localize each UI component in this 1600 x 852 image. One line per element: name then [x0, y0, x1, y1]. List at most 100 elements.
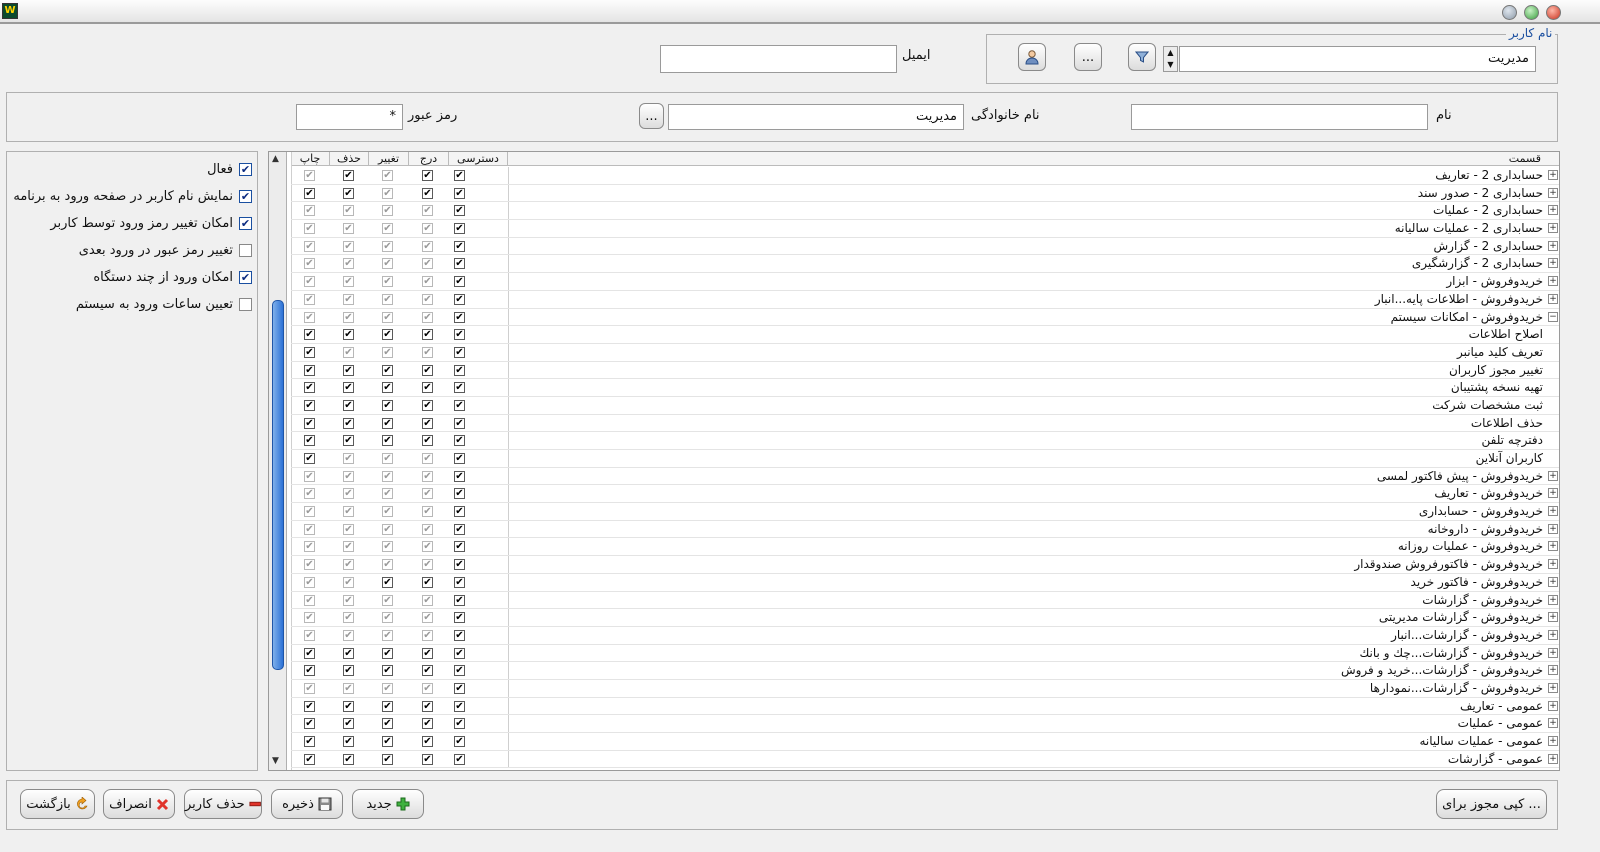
table-row[interactable]: ✔ ✔ ✔ ✔ ✔ + حسابداری 2 - صدور سند	[291, 184, 1559, 203]
last-name-field[interactable]: مدیریت	[668, 104, 964, 130]
permission-insert-checkbox[interactable]: ✔	[422, 488, 433, 500]
permission-print-checkbox[interactable]: ✔	[304, 629, 315, 641]
permission-access-checkbox[interactable]: ✔	[454, 559, 465, 571]
permission-insert-checkbox[interactable]: ✔	[422, 523, 433, 535]
permission-delete-checkbox[interactable]: ✔	[343, 682, 354, 694]
permission-edit-checkbox[interactable]: ✔	[382, 506, 393, 518]
permission-delete-checkbox[interactable]: ✔	[343, 753, 354, 765]
permission-edit-checkbox[interactable]: ✔	[382, 682, 393, 694]
table-row[interactable]: ✔ ✔ ✔ ✔ ✔ اصلاح اطلاعات	[291, 326, 1559, 344]
option-checkbox[interactable]: ✔	[239, 190, 252, 203]
option-item[interactable]: تعیین ساعات ورود به سیستم	[76, 297, 252, 312]
permission-edit-checkbox[interactable]: ✔	[382, 329, 393, 341]
permission-print-checkbox[interactable]: ✔	[304, 523, 315, 535]
permission-print-checkbox[interactable]: ✔	[304, 170, 315, 181]
column-insert[interactable]: درج	[409, 152, 449, 166]
email-field[interactable]	[660, 45, 897, 73]
permission-print-checkbox[interactable]: ✔	[304, 753, 315, 765]
expand-icon[interactable]: +	[1548, 506, 1558, 517]
column-edit[interactable]: تغییر	[369, 152, 409, 166]
permission-edit-checkbox[interactable]: ✔	[382, 170, 393, 181]
table-row[interactable]: ✔ ✔ ✔ ✔ ✔ ثبت مشخصات شرکت	[291, 396, 1559, 415]
permission-delete-checkbox[interactable]: ✔	[343, 417, 354, 429]
permission-print-checkbox[interactable]: ✔	[304, 311, 315, 323]
permission-edit-checkbox[interactable]: ✔	[382, 594, 393, 606]
expand-icon[interactable]: +	[1548, 736, 1558, 746]
permissions-grid[interactable]: ▲ ▼ چاپ حذف تغییر درج دسترسی قسمت ✔ ✔ ✔ ✔ ✔ +…	[268, 151, 1560, 771]
permission-access-checkbox[interactable]: ✔	[454, 311, 465, 323]
column-delete[interactable]: حذف	[330, 152, 369, 166]
permission-access-checkbox[interactable]: ✔	[454, 223, 465, 235]
filter-button[interactable]	[1128, 43, 1156, 71]
table-row[interactable]: ✔ ✔ ✔ ✔ ✔ + خریدوفروش - فاکتورفروش صندوقدار	[291, 556, 1559, 574]
expand-icon[interactable]: +	[1548, 629, 1558, 640]
permission-delete-checkbox[interactable]: ✔	[343, 541, 354, 553]
permission-access-checkbox[interactable]: ✔	[454, 682, 465, 694]
permission-insert-checkbox[interactable]: ✔	[422, 629, 433, 641]
permission-print-checkbox[interactable]: ✔	[304, 594, 315, 606]
permission-insert-checkbox[interactable]: ✔	[422, 205, 433, 217]
permission-print-checkbox[interactable]: ✔	[304, 488, 315, 500]
permission-insert-checkbox[interactable]: ✔	[422, 647, 433, 659]
expand-icon[interactable]: +	[1548, 205, 1558, 216]
permission-print-checkbox[interactable]: ✔	[304, 506, 315, 518]
permission-print-checkbox[interactable]: ✔	[304, 187, 315, 199]
option-item[interactable]: ✔ نمایش نام کاربر در صفحه ورود به برنامه	[13, 189, 252, 204]
last-name-browse-button[interactable]: ...	[639, 103, 664, 129]
permission-delete-checkbox[interactable]: ✔	[343, 329, 354, 341]
permission-delete-checkbox[interactable]: ✔	[343, 647, 354, 659]
permission-insert-checkbox[interactable]: ✔	[422, 435, 433, 447]
permission-delete-checkbox[interactable]: ✔	[343, 276, 354, 288]
permission-delete-checkbox[interactable]: ✔	[343, 223, 354, 235]
permission-access-checkbox[interactable]: ✔	[454, 753, 465, 765]
permission-print-checkbox[interactable]: ✔	[304, 736, 315, 747]
permission-insert-checkbox[interactable]: ✔	[422, 506, 433, 518]
permission-print-checkbox[interactable]: ✔	[304, 665, 315, 677]
permission-access-checkbox[interactable]: ✔	[454, 453, 465, 464]
table-row[interactable]: ✔ ✔ ✔ ✔ ✔ + حسابداری 2 - تعاریف	[291, 167, 1559, 185]
column-print[interactable]: چاپ	[291, 152, 330, 166]
permission-print-checkbox[interactable]: ✔	[304, 223, 315, 235]
permission-insert-checkbox[interactable]: ✔	[422, 346, 433, 358]
new-button[interactable]: جدید	[352, 789, 424, 819]
permission-edit-checkbox[interactable]: ✔	[382, 700, 393, 712]
table-row[interactable]: ✔ ✔ ✔ ✔ ✔ + خریدوفروش - گزارشات...چك و بانك	[291, 644, 1559, 663]
expand-icon[interactable]: +	[1548, 647, 1558, 658]
permission-access-checkbox[interactable]: ✔	[454, 329, 465, 341]
permission-insert-checkbox[interactable]: ✔	[422, 576, 433, 588]
table-row[interactable]: ✔ ✔ ✔ ✔ ✔ + خریدوفروش - گزارشات...انبار	[291, 626, 1559, 645]
permission-edit-checkbox[interactable]: ✔	[382, 187, 393, 199]
table-row[interactable]: ✔ ✔ ✔ ✔ ✔ + حسابداری 2 - گزارشگیری	[291, 255, 1559, 274]
permission-access-checkbox[interactable]: ✔	[454, 506, 465, 518]
permission-delete-checkbox[interactable]: ✔	[343, 470, 354, 482]
table-row[interactable]: ✔ ✔ ✔ ✔ ✔ + عمومی - عملیات	[291, 715, 1559, 733]
permission-print-checkbox[interactable]: ✔	[304, 612, 315, 624]
option-item[interactable]: ✔ امکان ورود از چند دستگاه	[93, 270, 252, 285]
permission-print-checkbox[interactable]: ✔	[304, 276, 315, 288]
permission-delete-checkbox[interactable]: ✔	[343, 523, 354, 535]
permission-print-checkbox[interactable]: ✔	[304, 559, 315, 571]
permission-delete-checkbox[interactable]: ✔	[343, 240, 354, 252]
permission-insert-checkbox[interactable]: ✔	[422, 682, 433, 694]
column-access[interactable]: دسترسی	[449, 152, 508, 166]
expand-icon[interactable]: +	[1548, 753, 1558, 764]
table-row[interactable]: ✔ ✔ ✔ ✔ ✔ + خریدوفروش - اطلاعات پایه...انبار	[291, 290, 1559, 309]
option-item[interactable]: ✔ امکان تغییر رمز ورود توسط کاربر	[50, 216, 252, 231]
expand-icon[interactable]: +	[1548, 258, 1558, 269]
permission-insert-checkbox[interactable]: ✔	[422, 718, 433, 730]
permission-print-checkbox[interactable]: ✔	[304, 258, 315, 270]
column-section[interactable]: قسمت	[508, 152, 1559, 166]
table-row[interactable]: ✔ ✔ ✔ ✔ ✔ + خریدوفروش - گزارشات...خرید و فروش	[291, 662, 1559, 680]
permission-edit-checkbox[interactable]: ✔	[382, 276, 393, 288]
permission-access-checkbox[interactable]: ✔	[454, 417, 465, 429]
permission-edit-checkbox[interactable]: ✔	[382, 665, 393, 677]
permission-insert-checkbox[interactable]: ✔	[422, 223, 433, 235]
delete-user-button[interactable]: حذف کاربر	[184, 789, 262, 819]
permission-print-checkbox[interactable]: ✔	[304, 576, 315, 588]
permission-edit-checkbox[interactable]: ✔	[382, 541, 393, 553]
table-row[interactable]: ✔ ✔ ✔ ✔ ✔ + خریدوفروش - حسابداری	[291, 503, 1559, 521]
permission-access-checkbox[interactable]: ✔	[454, 488, 465, 500]
scroll-thumb[interactable]	[272, 300, 284, 670]
permission-access-checkbox[interactable]: ✔	[454, 364, 465, 376]
first-name-field[interactable]	[1131, 104, 1428, 130]
